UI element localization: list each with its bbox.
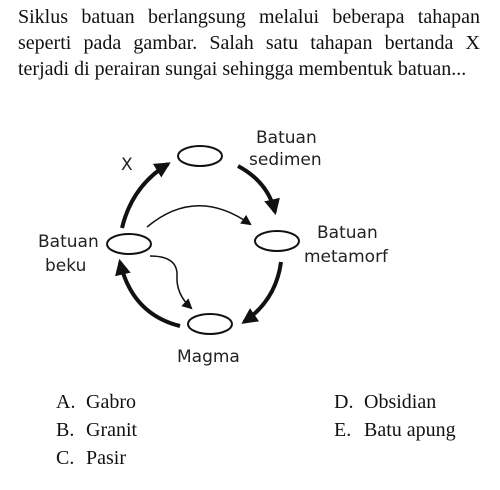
option-d[interactable]: D. Obsidian bbox=[334, 390, 436, 414]
option-a[interactable]: A. Gabro bbox=[56, 390, 136, 414]
option-e[interactable]: E. Batu apung bbox=[334, 418, 456, 442]
option-c-letter: C. bbox=[56, 447, 75, 469]
rock-cycle-diagram: X Batuan sedimen Batuan metamorf Batuan … bbox=[38, 128, 389, 367]
option-a-letter: A. bbox=[56, 391, 76, 413]
option-a-text: Gabro bbox=[86, 391, 136, 413]
label-magma: Magma bbox=[177, 347, 240, 367]
option-b-letter: B. bbox=[56, 419, 75, 441]
node-metamorf bbox=[254, 230, 300, 252]
label-sedimen-2: sedimen bbox=[249, 150, 322, 170]
node-beku bbox=[106, 233, 152, 255]
arrow-metamorf-to-magma bbox=[241, 261, 283, 324]
arrow-beku-to-metamorf-thin bbox=[146, 205, 252, 228]
label-metamorf-2: metamorf bbox=[304, 247, 389, 267]
label-metamorf-1: Batuan bbox=[317, 223, 378, 243]
option-b[interactable]: B. Granit bbox=[56, 418, 137, 442]
label-beku-1: Batuan bbox=[38, 232, 99, 252]
node-sedimen bbox=[177, 145, 223, 167]
arrow-magma-to-beku bbox=[115, 258, 181, 328]
option-b-text: Granit bbox=[86, 419, 138, 441]
label-sedimen-1: Batuan bbox=[256, 128, 317, 148]
option-e-letter: E. bbox=[334, 419, 352, 441]
label-beku-2: beku bbox=[45, 256, 86, 276]
label-x-marker: X bbox=[121, 155, 133, 175]
option-d-text: Obsidian bbox=[364, 391, 437, 413]
option-d-letter: D. bbox=[334, 391, 354, 413]
node-magma bbox=[187, 313, 233, 335]
option-c[interactable]: C. Pasir bbox=[56, 446, 126, 470]
option-c-text: Pasir bbox=[86, 447, 126, 469]
option-e-text: Batu apung bbox=[364, 419, 456, 441]
arrow-beku-to-magma-thin bbox=[149, 255, 193, 310]
arrow-sedimen-to-metamorf bbox=[237, 164, 280, 216]
